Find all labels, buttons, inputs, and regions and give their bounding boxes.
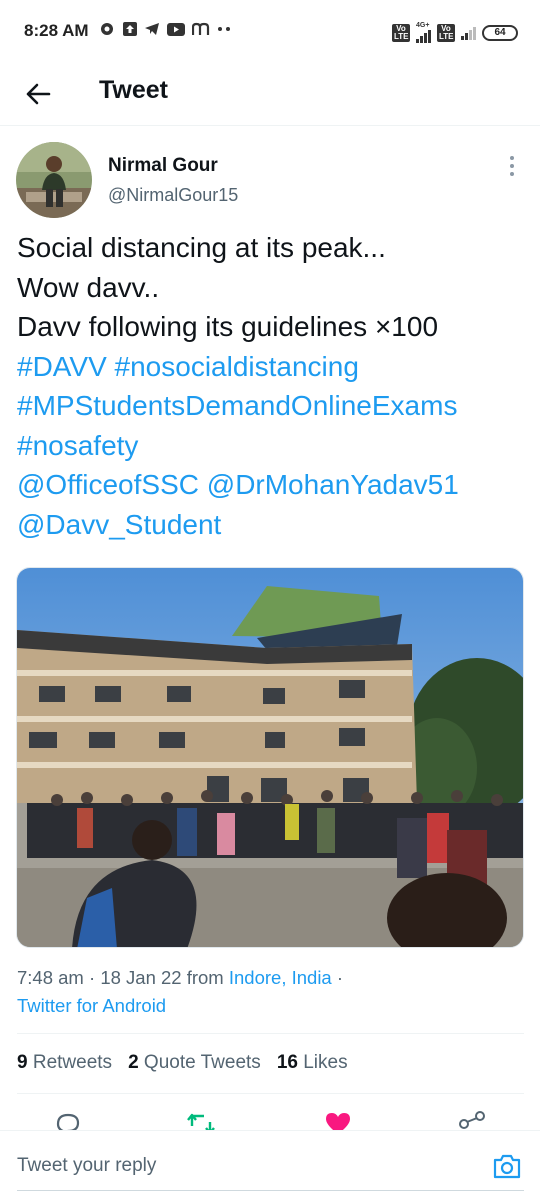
tweet-time: 7:48 am <box>17 967 84 988</box>
hashtag-link[interactable]: #nosafety <box>17 430 138 461</box>
retweet-button[interactable] <box>186 1112 216 1130</box>
status-bar: 8:28 AM Vo LTE 4G+ Vo LTE 64 <box>0 0 540 62</box>
hashtag-link[interactable]: #DAVV <box>17 351 107 382</box>
hashtag-link[interactable]: #MPStudentsDemandOnlineExams <box>17 390 457 421</box>
share-icon <box>459 1111 485 1129</box>
author-name[interactable]: Nirmal Gour <box>108 155 218 177</box>
tweet-text: Social distancing at its peak... Wow dav… <box>17 228 527 544</box>
likes-stat[interactable]: 16 Likes <box>277 1052 348 1074</box>
tweet-meta: 7:48 am · 18 Jan 22 from Indore, India ·… <box>17 967 344 1016</box>
tweet-line: Wow davv.. <box>17 271 160 303</box>
tweet-line: Social distancing at its peak... <box>17 232 386 263</box>
avatar[interactable] <box>16 142 92 218</box>
quote-tweets-stat[interactable]: 2 Quote Tweets <box>128 1052 261 1074</box>
more-dot <box>510 172 514 176</box>
youtube-notification-icon <box>167 22 185 36</box>
retweets-stat[interactable]: 9 Retweets <box>17 1052 112 1074</box>
more-dot <box>510 164 514 168</box>
reply-icon <box>56 1113 80 1130</box>
reply-button[interactable] <box>54 1112 82 1130</box>
engagement-stats: 9 Retweets 2 Quote Tweets 16 Likes <box>17 1052 348 1074</box>
back-button[interactable] <box>20 76 56 112</box>
chat-notification-icon <box>101 23 113 35</box>
retweet-icon <box>187 1113 215 1130</box>
divider <box>17 1093 524 1094</box>
location-link[interactable]: Indore, India <box>229 967 332 988</box>
telegram-notification-icon <box>145 23 159 35</box>
heart-icon <box>326 1113 350 1130</box>
tweet-line: Davv following its guidelines ×100 <box>17 311 439 342</box>
signal-strength-sim2-icon <box>461 26 476 40</box>
mention-link[interactable]: @Davv_Student <box>17 509 221 540</box>
tweet-photo[interactable] <box>16 567 524 948</box>
status-time: 8:28 AM <box>24 21 89 40</box>
mention-link[interactable]: @DrMohanYadav51 <box>207 469 459 500</box>
mention-link[interactable]: @OfficeofSSC <box>17 469 199 500</box>
upload-notification-icon <box>123 22 137 36</box>
battery-indicator: 64 <box>482 24 518 41</box>
more-options-button[interactable] <box>500 152 524 180</box>
tweet-date: 18 Jan 22 <box>100 967 182 988</box>
m-notification-icon <box>192 22 210 35</box>
share-button[interactable] <box>458 1110 486 1130</box>
author-handle[interactable]: @NirmalGour15 <box>108 185 238 206</box>
divider <box>17 1033 524 1034</box>
network-type: 4G+ <box>416 22 430 29</box>
action-bar <box>0 1100 540 1130</box>
back-arrow-icon <box>26 83 51 105</box>
more-notifications-icon <box>218 27 230 31</box>
notification-icons <box>100 22 231 36</box>
volte-badge: Vo LTE <box>392 23 410 42</box>
volte-badge-sim2: Vo LTE <box>437 23 455 42</box>
camera-icon <box>493 1154 521 1179</box>
from-label: from <box>186 967 229 988</box>
client-link[interactable]: Twitter for Android <box>17 995 166 1016</box>
like-button[interactable] <box>324 1112 352 1130</box>
app-header: Tweet <box>0 62 540 126</box>
hashtag-link[interactable]: #nosocialdistancing <box>115 351 359 382</box>
system-icons: Vo LTE 4G+ Vo LTE 64 <box>392 22 518 43</box>
reply-input[interactable]: Tweet your reply <box>17 1155 156 1177</box>
more-dot <box>510 156 514 160</box>
page-title: Tweet <box>99 76 168 104</box>
camera-button[interactable] <box>492 1152 524 1180</box>
input-underline <box>17 1190 524 1191</box>
signal-strength-icon <box>416 29 431 43</box>
